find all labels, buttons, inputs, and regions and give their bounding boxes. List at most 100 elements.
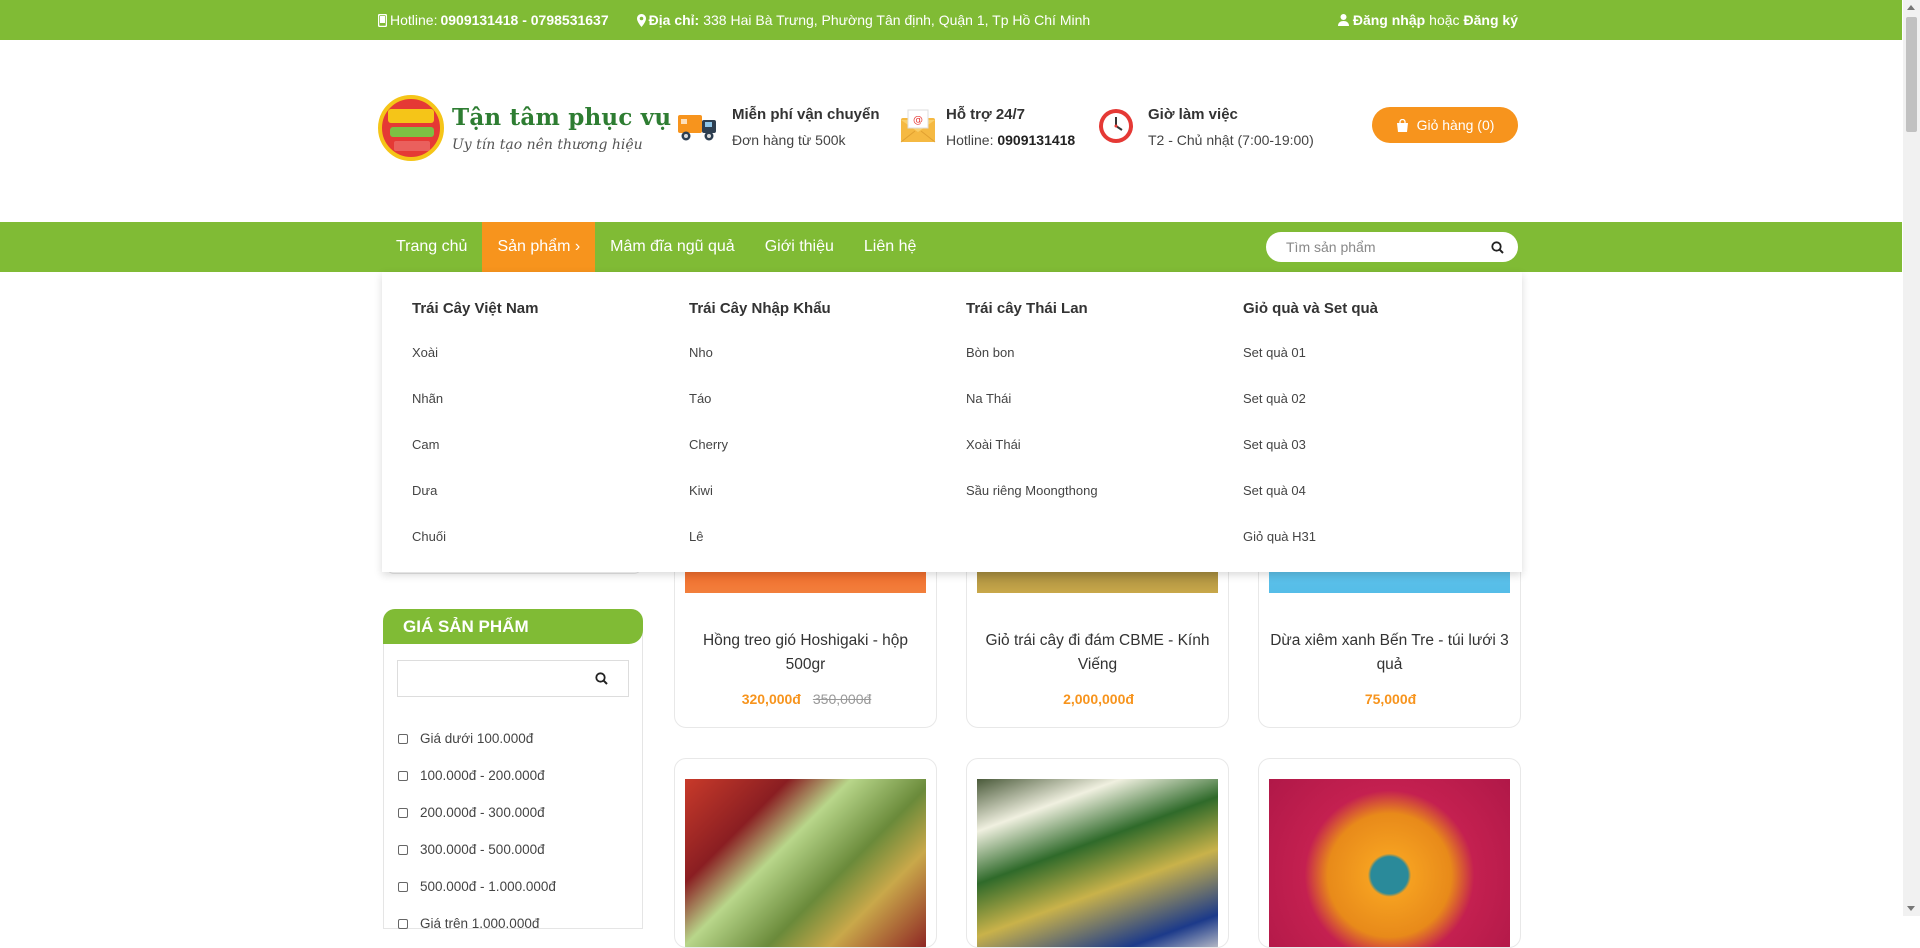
price-option[interactable]: 200.000đ - 300.000đ xyxy=(398,794,556,831)
nav-about[interactable]: Giới thiệu xyxy=(750,222,849,272)
mega-item[interactable]: Nhãn xyxy=(412,389,689,435)
hotline-label: Hotline: xyxy=(390,12,438,28)
checkbox[interactable] xyxy=(398,881,408,892)
price-option[interactable]: 100.000đ - 200.000đ xyxy=(398,757,556,794)
checkbox[interactable] xyxy=(398,770,408,781)
nav-home[interactable]: Trang chủ xyxy=(378,222,482,272)
nav-fruit-trays[interactable]: Mâm đĩa ngũ quả xyxy=(595,222,750,272)
mega-item[interactable]: Bòn bon xyxy=(966,343,1243,389)
mega-column-title[interactable]: Trái Cây Việt Nam xyxy=(412,298,689,317)
cart-label: Giỏ hàng (0) xyxy=(1416,117,1495,133)
price-option-label: 100.000đ - 200.000đ xyxy=(420,768,545,783)
price-option-label: 300.000đ - 500.000đ xyxy=(420,842,545,857)
account-links: Đăng nhập hoặc Đăng ký xyxy=(1337,0,1518,40)
mega-item[interactable]: Xoài Thái xyxy=(966,435,1243,481)
logo-title: Tận tâm phục vụ xyxy=(452,103,672,131)
feature-sub-label: Hotline: xyxy=(946,132,994,148)
scroll-down-icon[interactable] xyxy=(1907,906,1915,911)
price-option[interactable]: Giá dưới 100.000đ xyxy=(398,720,556,757)
product-search xyxy=(1266,232,1518,262)
mega-item[interactable]: Kiwi xyxy=(689,481,966,527)
mega-item[interactable]: Set quà 03 xyxy=(1243,435,1520,481)
support-hotline[interactable]: 0909131418 xyxy=(997,132,1075,148)
product-name[interactable]: Giỏ trái cây đi đám CBME - Kính Viếng xyxy=(975,629,1220,677)
price-option-label: Giá dưới 100.000đ xyxy=(420,731,534,746)
mega-item[interactable]: Cam xyxy=(412,435,689,481)
product-price: 320,000đ 350,000đ xyxy=(675,691,936,707)
checkbox[interactable] xyxy=(398,844,408,855)
checkbox[interactable] xyxy=(398,918,408,929)
logo-badge-icon xyxy=(378,95,444,161)
mega-item[interactable]: Set quà 04 xyxy=(1243,481,1520,527)
mega-item[interactable]: Giỏ quà H31 xyxy=(1243,527,1520,573)
mega-column-title[interactable]: Trái cây Thái Lan xyxy=(966,298,1243,317)
map-marker-icon xyxy=(636,13,646,27)
search-icon[interactable] xyxy=(595,672,608,685)
mega-column-gift-sets: Giỏ quà và Set quà Set quà 01 Set quà 02… xyxy=(1243,298,1520,572)
shopping-bag-icon xyxy=(1396,118,1408,132)
product-image[interactable] xyxy=(977,779,1218,947)
register-link[interactable]: Đăng ký xyxy=(1464,12,1518,28)
price-filter-title: GIÁ SẢN PHẨM xyxy=(383,609,643,644)
product-card[interactable] xyxy=(1258,758,1521,948)
or-text: hoặc xyxy=(1429,12,1460,28)
checkbox[interactable] xyxy=(398,807,408,818)
mega-item[interactable]: Sầu riêng Moongthong xyxy=(966,481,1243,527)
site-logo[interactable]: Tận tâm phục vụ Uy tín tạo nên thương hi… xyxy=(378,95,671,161)
mega-item[interactable]: Táo xyxy=(689,389,966,435)
address-label: Địa chỉ: xyxy=(648,12,700,28)
mega-column-title[interactable]: Giỏ quà và Set quà xyxy=(1243,298,1520,317)
mega-item[interactable]: Cherry xyxy=(689,435,966,481)
price-option[interactable]: Giá trên 1.000.000đ xyxy=(398,905,556,942)
search-input[interactable] xyxy=(1286,239,1491,255)
product-card[interactable] xyxy=(966,758,1229,948)
checkbox[interactable] xyxy=(398,733,408,744)
nav-products[interactable]: Sản phẩm › xyxy=(482,222,596,272)
nav-contact[interactable]: Liên hệ xyxy=(849,222,932,272)
svg-text:@: @ xyxy=(913,115,923,126)
mega-item[interactable]: Set quà 02 xyxy=(1243,389,1520,435)
price-option[interactable]: 500.000đ - 1.000.000đ xyxy=(398,868,556,905)
scroll-up-icon[interactable] xyxy=(1907,5,1915,10)
mega-column-imported: Trái Cây Nhập Khẩu Nho Táo Cherry Kiwi L… xyxy=(689,298,966,572)
scrollbar-thumb[interactable] xyxy=(1906,17,1917,132)
delivery-truck-icon xyxy=(676,106,720,146)
price-filter-list: Giá dưới 100.000đ 100.000đ - 200.000đ 20… xyxy=(398,720,556,942)
feature-support: @ Hỗ trợ 24/7 Hotline: 0909131418 xyxy=(898,106,1075,148)
login-link[interactable]: Đăng nhập xyxy=(1353,12,1425,28)
mega-item[interactable]: Nho xyxy=(689,343,966,389)
main-nav: Trang chủ Sản phẩm › Mâm đĩa ngũ quả Giớ… xyxy=(0,222,1902,272)
mega-column-thailand: Trái cây Thái Lan Bòn bon Na Thái Xoài T… xyxy=(966,298,1243,572)
original-price: 350,000đ xyxy=(812,691,872,707)
mega-item[interactable]: Xoài xyxy=(412,343,689,389)
sale-price: 75,000đ xyxy=(1364,691,1417,707)
address-value: 338 Hai Bà Trưng, Phường Tân định, Quận … xyxy=(703,12,1091,28)
sale-price: 2,000,000đ xyxy=(1063,691,1134,707)
mega-item[interactable]: Chuối xyxy=(412,527,689,573)
hotline-number[interactable]: 0909131418 - 0798531637 xyxy=(440,12,608,28)
feature-working-hours: Giờ làm việc T2 - Chủ nhật (7:00-19:00) xyxy=(1096,106,1314,148)
mega-item[interactable]: Set quà 01 xyxy=(1243,343,1520,389)
cart-button[interactable]: Giỏ hàng (0) xyxy=(1372,107,1518,143)
feature-sub: Đơn hàng từ 500k xyxy=(732,132,846,148)
feature-title: Hỗ trợ 24/7 xyxy=(946,106,1026,123)
price-option[interactable]: 300.000đ - 500.000đ xyxy=(398,831,556,868)
feature-free-shipping: Miễn phí vận chuyển Đơn hàng từ 500k xyxy=(676,106,880,148)
mega-item[interactable]: Lê xyxy=(689,527,966,573)
page-scrollbar[interactable] xyxy=(1903,0,1920,916)
product-image[interactable] xyxy=(685,779,926,947)
price-option-label: 500.000đ - 1.000.000đ xyxy=(420,879,556,894)
mega-column-title[interactable]: Trái Cây Nhập Khẩu xyxy=(689,298,966,317)
price-search-field[interactable] xyxy=(397,660,629,697)
product-price: 75,000đ xyxy=(1259,691,1520,707)
site-header: Tận tâm phục vụ Uy tín tạo nên thương hi… xyxy=(0,40,1902,222)
mobile-phone-icon xyxy=(378,13,387,27)
search-icon[interactable] xyxy=(1491,240,1504,254)
feature-sub: T2 - Chủ nhật (7:00-19:00) xyxy=(1148,132,1314,148)
product-card[interactable] xyxy=(674,758,937,948)
mega-item[interactable]: Na Thái xyxy=(966,389,1243,435)
mega-item[interactable]: Dưa xyxy=(412,481,689,527)
product-image[interactable] xyxy=(1269,779,1510,947)
product-name[interactable]: Hồng treo gió Hoshigaki - hộp 500gr xyxy=(683,629,928,677)
product-name[interactable]: Dừa xiêm xanh Bến Tre - túi lưới 3 quả xyxy=(1267,629,1512,677)
